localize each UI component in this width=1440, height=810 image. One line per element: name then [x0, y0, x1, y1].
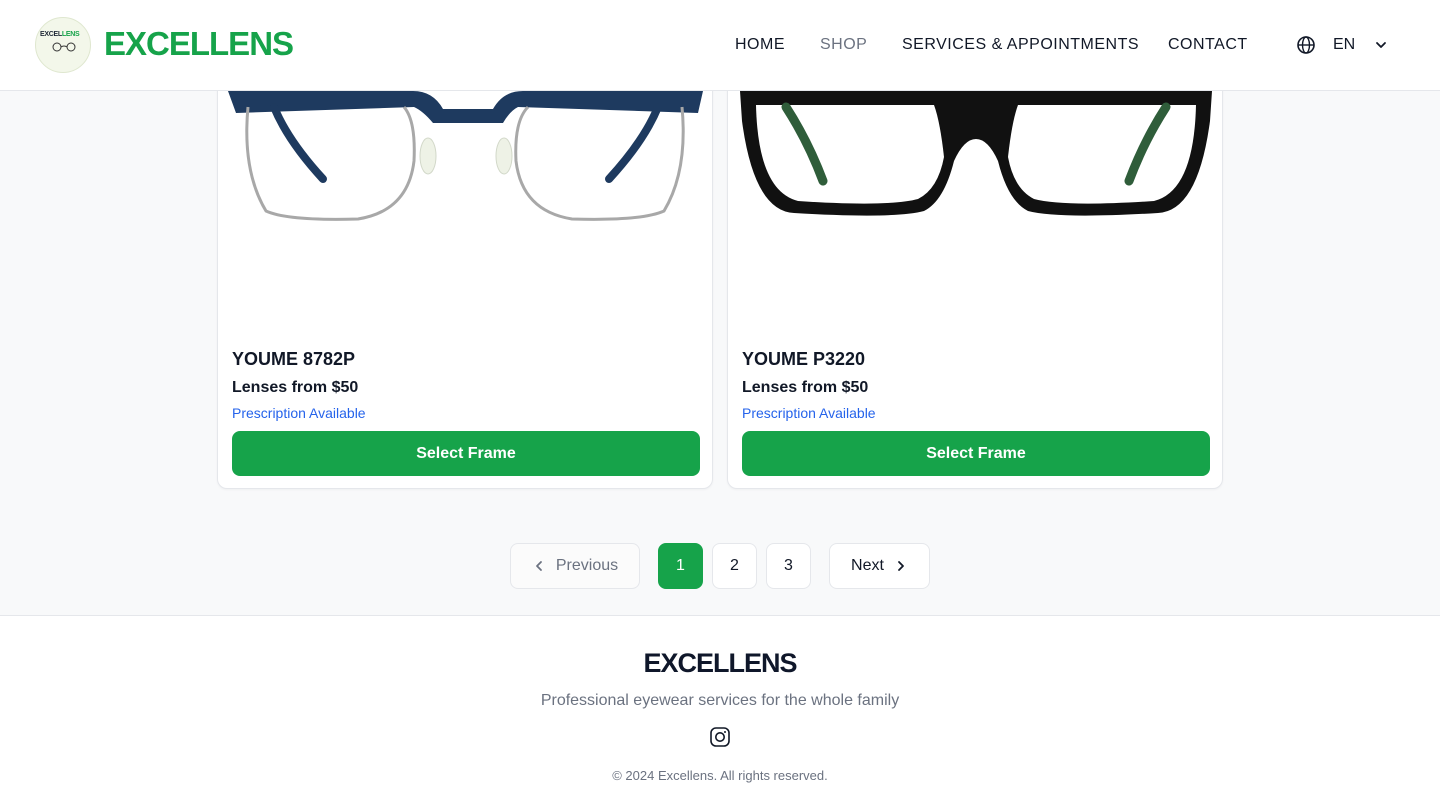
- page-2-button[interactable]: 2: [712, 543, 757, 589]
- logo[interactable]: EXCELLENS: [35, 17, 91, 73]
- chevron-left-icon: [535, 561, 542, 571]
- brand-name[interactable]: EXCELLENS: [104, 25, 294, 63]
- instagram-icon[interactable]: [709, 726, 731, 748]
- site-header: EXCELLENS EXCELLENS HOME SHOP SERVICES &…: [0, 0, 1440, 91]
- product-price: Lenses from $50: [742, 379, 869, 396]
- language-selector[interactable]: EN: [1333, 36, 1355, 54]
- logo-text: EXCELLENS: [40, 31, 80, 38]
- product-price: Lenses from $50: [232, 379, 359, 396]
- product-image[interactable]: [218, 61, 713, 321]
- glasses-icon: [52, 42, 76, 52]
- page-1-button[interactable]: 1: [658, 543, 703, 589]
- product-card[interactable]: YOUME P3220 Lenses from $50 Prescription…: [727, 60, 1223, 489]
- nav-services[interactable]: SERVICES & APPOINTMENTS: [902, 36, 1139, 54]
- product-title[interactable]: YOUME P3220: [742, 349, 865, 370]
- chevron-right-icon: [898, 561, 904, 571]
- previous-page-button[interactable]: Previous: [510, 543, 640, 589]
- footer-tagline: Professional eyewear services for the wh…: [540, 692, 900, 709]
- site-footer: EXCELLENS Professional eyewear services …: [0, 615, 1440, 810]
- product-image[interactable]: [728, 61, 1223, 321]
- next-page-button[interactable]: Next: [829, 543, 930, 589]
- prescription-note: Prescription Available: [232, 405, 366, 421]
- nav-shop[interactable]: SHOP: [820, 36, 867, 54]
- product-title[interactable]: YOUME 8782P: [232, 349, 355, 370]
- nav-contact[interactable]: CONTACT: [1168, 36, 1248, 54]
- globe-icon[interactable]: [1296, 35, 1316, 55]
- prescription-note: Prescription Available: [742, 405, 876, 421]
- select-frame-button[interactable]: Select Frame: [232, 431, 700, 476]
- nav-home[interactable]: HOME: [735, 36, 785, 54]
- footer-brand: EXCELLENS: [643, 648, 797, 678]
- page-3-button[interactable]: 3: [766, 543, 811, 589]
- previous-label: Previous: [555, 557, 619, 574]
- select-frame-button[interactable]: Select Frame: [742, 431, 1210, 476]
- chevron-down-icon[interactable]: [1374, 38, 1388, 52]
- next-label: Next: [851, 557, 884, 574]
- product-card[interactable]: YOUME 8782P Lenses from $50 Prescription…: [217, 60, 713, 489]
- copyright: © 2024 Excellens. All rights reserved.: [612, 768, 828, 783]
